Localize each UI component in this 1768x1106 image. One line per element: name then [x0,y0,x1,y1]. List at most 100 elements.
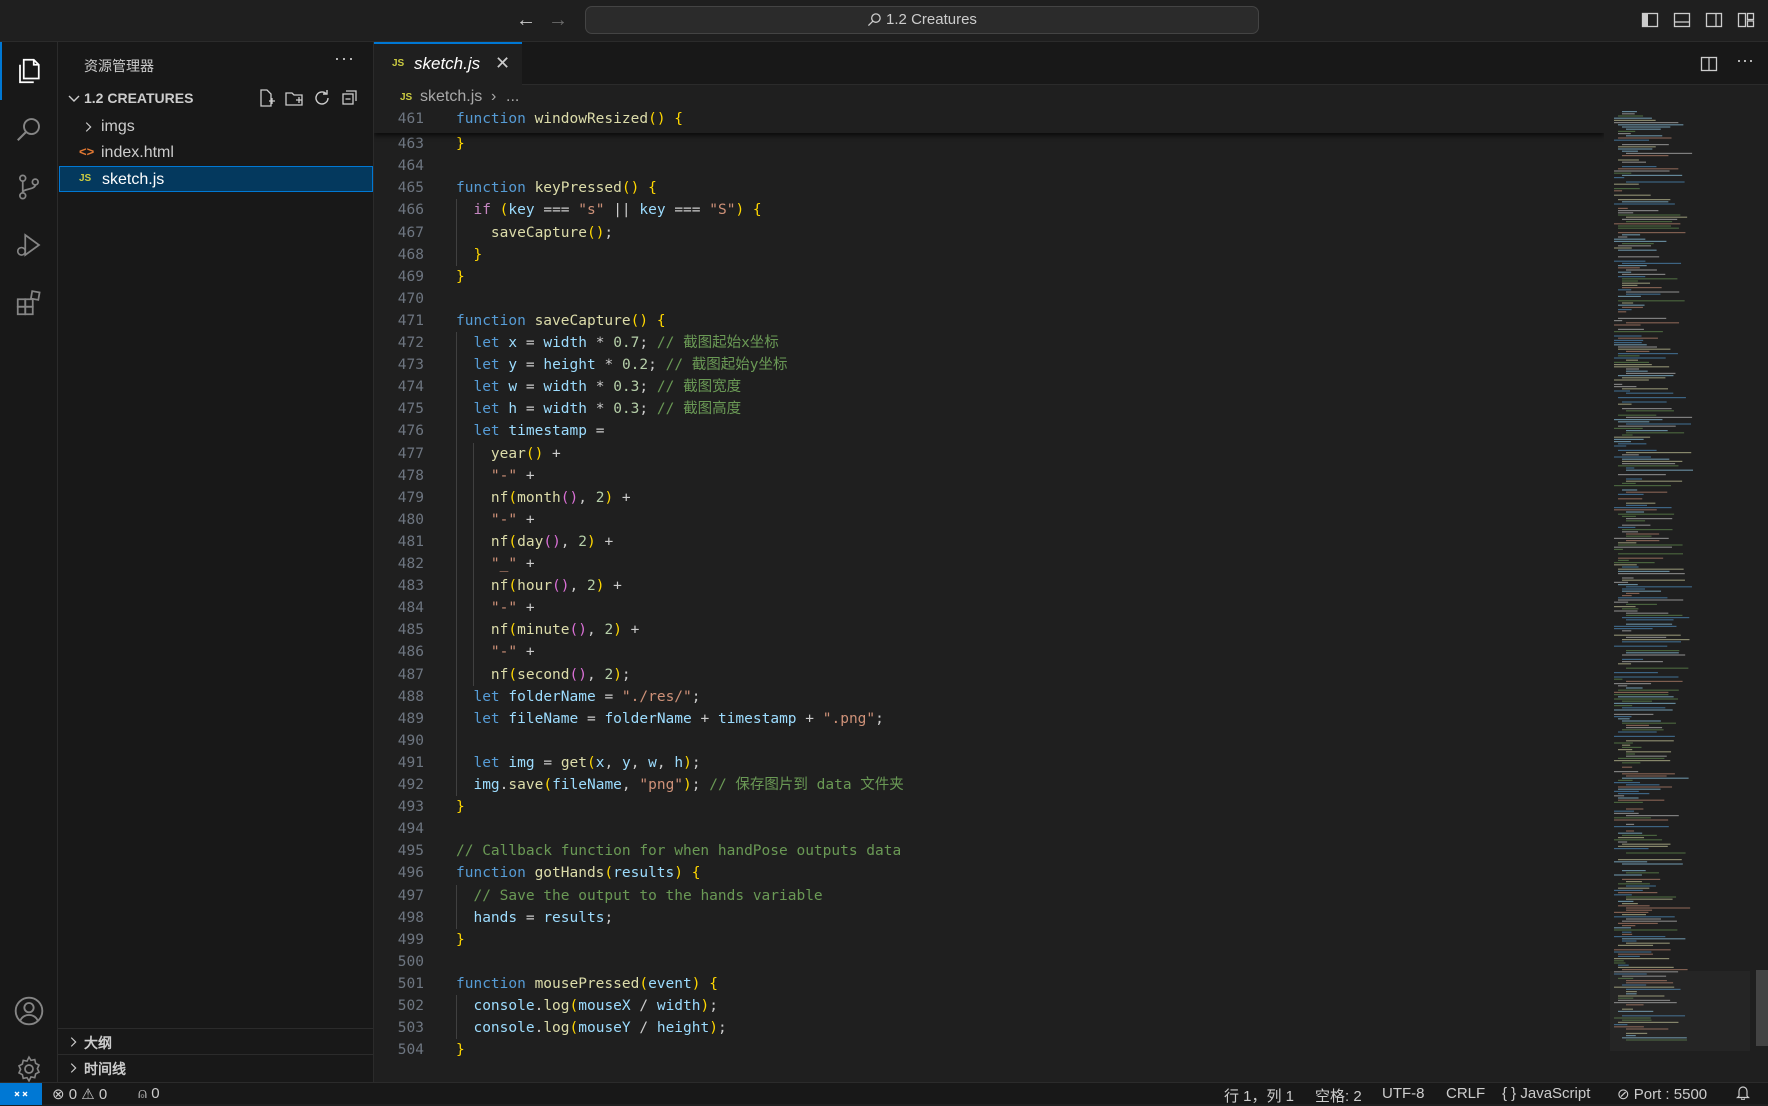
sticky-scroll-line[interactable]: 461 function windowResized() { [374,111,1604,133]
minimap-line [1618,689,1679,691]
code-line: 474 let w = width * 0.3; // 截图宽度 [374,376,1604,398]
chevron-right-icon [70,1063,77,1073]
code-line: 502 console.log(mouseX / width); [374,995,1604,1017]
tab-sketch-js[interactable]: JS sketch.js ✕ [374,42,522,85]
error-icon: ⊗ [52,1086,65,1103]
toggle-panel-icon[interactable] [1673,11,1691,29]
minimap-line [1614,709,1673,711]
ports-indicator[interactable]: ⍝ 0 [138,1085,160,1102]
minimap-line [1626,535,1652,537]
toggle-secondary-sidebar-icon[interactable] [1705,11,1723,29]
live-server-port[interactable]: ⊘ Port : 5500 [1617,1085,1707,1103]
minimap-line [1614,247,1632,249]
minimap-line [1626,322,1680,324]
minimap-line [1618,498,1643,500]
minimap-line [1614,874,1642,876]
breadcrumb-file[interactable]: sketch.js [420,88,482,106]
indentation[interactable]: 空格: 2 [1315,1085,1362,1106]
minimap-line [1614,705,1633,707]
minimap-line [1614,238,1646,240]
collapse-all-icon[interactable] [340,88,360,108]
minimap-line [1622,262,1682,264]
minimap-line [1614,861,1648,863]
problems-indicator[interactable]: ⊗ 0 ⚠ 0 [52,1085,107,1103]
source-control-icon[interactable] [0,158,58,216]
run-debug-icon[interactable] [0,216,58,274]
minimap-slider[interactable] [1610,971,1750,1051]
minimap-line [1626,533,1660,535]
minimap-line [1614,812,1639,814]
language-mode[interactable]: { } JavaScript [1502,1085,1590,1102]
new-file-icon[interactable] [256,88,276,108]
notifications-bell-icon[interactable] [1736,1085,1750,1104]
minimap-line [1618,568,1684,570]
minimap-line [1614,324,1641,326]
sidebar-more-button[interactable]: ··· [334,48,355,69]
customize-layout-icon[interactable] [1737,11,1755,29]
code-text: function gotHands(results) { [456,865,701,882]
line-number: 469 [397,268,424,285]
split-editor-icon[interactable] [1700,55,1718,73]
minimap-line [1614,625,1677,627]
tree-item-index-html[interactable]: <> index.html [59,140,373,166]
minimap-line [1618,786,1673,788]
line-number: 487 [397,666,424,683]
toggle-primary-sidebar-icon[interactable] [1641,11,1659,29]
breadcrumb-symbol[interactable]: ... [506,88,519,106]
command-center-search[interactable]: 1.2 Creatures [585,6,1259,34]
code-text: function saveCapture() { [456,312,666,329]
code-line: 463} [374,133,1604,155]
minimap-line [1618,397,1686,399]
minimap-line [1614,139,1650,141]
minimap-line [1622,834,1657,836]
forward-arrow-icon[interactable]: → [546,8,570,32]
code-line: 486 "-" + [374,641,1604,663]
code-editor[interactable]: 461 function windowResized() { resizeCan… [374,111,1604,1082]
code-text: let fileName = folderName + timestamp + … [473,710,884,727]
editor-more-actions-button[interactable]: ··· [1736,50,1754,71]
tree-item-sketch-js[interactable]: JS sketch.js [59,166,373,192]
minimap-line [1618,309,1632,311]
line-number: 464 [397,158,424,175]
accounts-icon[interactable] [0,982,58,1040]
explorer-icon[interactable] [0,42,58,100]
workspace-folder-header[interactable]: 1.2 CREATURES [58,86,374,110]
minimap-line [1626,680,1683,682]
outline-section-header[interactable]: 大纲 [58,1028,374,1054]
cursor-position[interactable]: 行 1，列 1 [1224,1085,1294,1106]
minimap-line [1614,427,1643,429]
remote-indicator[interactable] [0,1083,42,1105]
code-text: nf(second(), 2); [490,666,631,683]
code-text: nf(hour(), 2) + [490,578,622,595]
minimap-line [1622,595,1632,597]
code-text: } [456,136,465,153]
minimap-line [1614,691,1669,693]
timeline-section-header[interactable]: 时间线 [58,1054,374,1080]
vertical-scrollbar[interactable] [1756,970,1768,1046]
minimap-line [1618,449,1657,451]
code-text: let w = width * 0.3; // 截图宽度 [473,379,742,396]
minimap[interactable] [1610,111,1750,1082]
close-icon[interactable]: ✕ [495,53,510,74]
line-number: 489 [397,710,424,727]
new-folder-icon[interactable] [284,88,304,108]
code-text: "-" + [490,644,535,661]
search-icon[interactable] [0,100,58,158]
tree-item-imgs[interactable]: imgs [59,114,373,140]
back-arrow-icon[interactable]: ← [514,8,538,32]
minimap-line [1622,234,1641,236]
minimap-line [1622,658,1644,660]
broadcast-icon: ⍝ [138,1085,148,1102]
minimap-line [1614,438,1644,440]
minimap-line [1626,727,1663,729]
end-of-line[interactable]: CRLF [1446,1085,1485,1102]
refresh-icon[interactable] [312,88,332,108]
minimap-line [1622,773,1675,775]
code-line: 497 // Save the output to the hands vari… [374,885,1604,907]
extensions-icon[interactable] [0,274,58,332]
code-text: year() + [490,445,561,462]
warning-count: 0 [98,1086,108,1103]
chevron-down-icon [68,95,80,102]
encoding[interactable]: UTF-8 [1382,1085,1425,1102]
minimap-line [1614,344,1647,346]
